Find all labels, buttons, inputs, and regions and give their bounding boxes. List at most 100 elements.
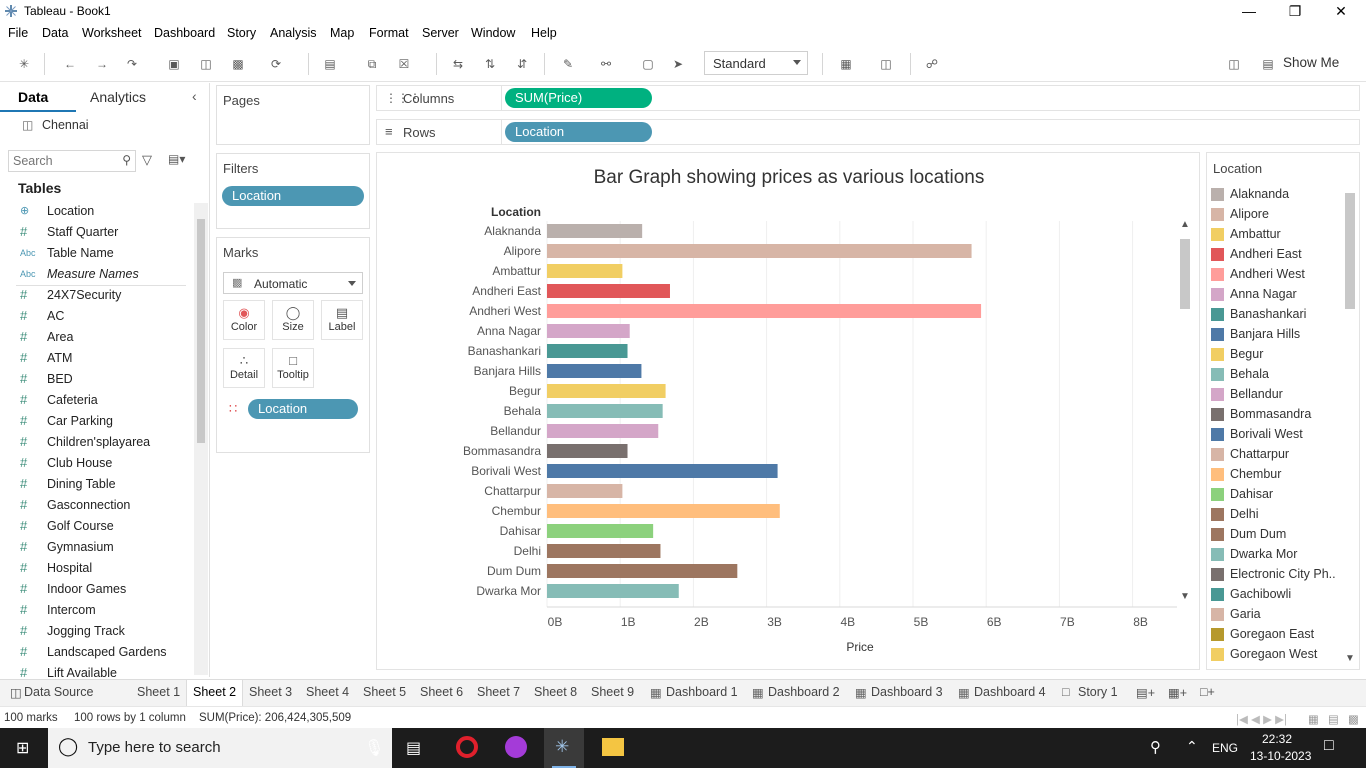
color-location-pill[interactable]: Location — [248, 399, 358, 419]
bar[interactable] — [547, 284, 670, 298]
legend-item[interactable]: Dum Dum — [1211, 525, 1343, 545]
legend-item[interactable]: Alaknanda — [1211, 185, 1343, 205]
bar[interactable] — [547, 304, 982, 318]
legend-item[interactable]: Delhi — [1211, 505, 1343, 525]
field-item[interactable]: # Gymnasium — [0, 537, 192, 558]
filter-location-pill[interactable]: Location — [222, 186, 364, 206]
field-item[interactable]: Abc Measure Names — [0, 264, 192, 285]
bar[interactable] — [547, 364, 642, 378]
legend-item[interactable]: Dwarka Mor — [1211, 545, 1343, 565]
legend-item[interactable]: Banjara Hills — [1211, 325, 1343, 345]
tab-sheet-5[interactable]: Sheet 5 — [363, 685, 406, 699]
sheet-sorter-icon[interactable]: ▦ — [1308, 712, 1319, 726]
legend-item[interactable]: Andheri West — [1211, 265, 1343, 285]
tab-sheet-4[interactable]: Sheet 4 — [306, 685, 349, 699]
legend-item[interactable]: Alipore — [1211, 205, 1343, 225]
view-options-icon[interactable]: ▤▾ — [168, 152, 185, 166]
task-view-icon[interactable]: ▤ — [406, 738, 421, 758]
tab-sheet-6[interactable]: Sheet 6 — [420, 685, 463, 699]
legend-item[interactable]: Anna Nagar — [1211, 285, 1343, 305]
field-item[interactable]: Abc Table Name — [0, 243, 192, 264]
scroll-down-icon[interactable]: ▼ — [1345, 653, 1355, 664]
restore-button[interactable]: ❐ — [1272, 0, 1318, 22]
field-item[interactable]: # Dining Table — [0, 474, 192, 495]
taskbar-search[interactable]: ◯ Type here to search — [48, 728, 392, 768]
filter-icon[interactable]: ▽ — [142, 152, 152, 168]
save-icon[interactable]: ▣ — [164, 54, 184, 74]
bar[interactable] — [547, 264, 623, 278]
microphone-icon[interactable]: 🎙 — [364, 738, 384, 758]
field-item[interactable]: # Jogging Track — [0, 621, 192, 642]
legend-item[interactable]: Borivali West — [1211, 425, 1343, 445]
close-window-button[interactable]: ✕ — [1318, 0, 1364, 22]
columns-shelf[interactable]: ⋮⋮⋮ Columns SUM(Price) — [376, 85, 1360, 111]
bar[interactable] — [547, 524, 654, 538]
minimize-button[interactable]: — — [1226, 0, 1272, 22]
bar[interactable] — [547, 384, 666, 398]
refresh-icon[interactable]: ⟳ — [266, 54, 286, 74]
new-dashboard-tab-icon[interactable]: ▦+ — [1168, 685, 1187, 700]
bar[interactable] — [547, 324, 630, 338]
new-worksheet-icon[interactable]: ▤ — [320, 54, 340, 74]
menu-format[interactable]: Format — [369, 26, 409, 40]
tabs-icon[interactable]: ▩ — [1348, 712, 1359, 726]
bar[interactable] — [547, 244, 972, 258]
field-item[interactable]: # Children'splayarea — [0, 432, 192, 453]
legend-item[interactable]: Chattarpur — [1211, 445, 1343, 465]
tab-dashboard-4[interactable]: Dashboard 4 — [974, 685, 1046, 699]
columns-sum-price-pill[interactable]: SUM(Price) — [505, 88, 652, 108]
field-item[interactable]: # AC — [0, 306, 192, 327]
undo-icon[interactable]: ← — [60, 54, 80, 74]
people-icon[interactable]: ⚲ — [1150, 738, 1161, 756]
new-datasource-icon[interactable]: ◫ — [196, 54, 216, 74]
field-item[interactable]: # Hospital — [0, 558, 192, 579]
size-button[interactable]: ◯ Size — [272, 300, 314, 340]
legend-item[interactable]: Dahisar — [1211, 485, 1343, 505]
chevron-up-icon[interactable]: ⌃ — [1186, 738, 1198, 755]
view-scrollbar-thumb[interactable] — [1180, 239, 1190, 309]
presentation-mode-icon[interactable]: ◫ — [876, 54, 896, 74]
detail-button[interactable]: ∴ Detail — [223, 348, 265, 388]
menu-window[interactable]: Window — [471, 26, 515, 40]
tab-story-1[interactable]: Story 1 — [1078, 685, 1118, 699]
tab-dashboard-2[interactable]: Dashboard 2 — [768, 685, 840, 699]
field-item[interactable]: # Car Parking — [0, 411, 192, 432]
bar[interactable] — [547, 424, 659, 438]
field-item[interactable]: # ATM — [0, 348, 192, 369]
bar[interactable] — [547, 504, 780, 518]
menu-file[interactable]: File — [8, 26, 28, 40]
redo-icon[interactable]: → — [92, 54, 112, 74]
legend-item[interactable]: Gachibowli — [1211, 585, 1343, 605]
pause-updates-icon[interactable]: ▩ — [228, 54, 248, 74]
sort-ascending-icon[interactable]: ⇅ — [480, 54, 500, 74]
legend-item[interactable]: Chembur — [1211, 465, 1343, 485]
menu-map[interactable]: Map — [330, 26, 354, 40]
bar[interactable] — [547, 464, 778, 478]
legend-item[interactable]: Behala — [1211, 365, 1343, 385]
language-indicator[interactable]: ENG — [1212, 741, 1238, 755]
view-scrollbar[interactable]: ▲ ▼ — [1178, 219, 1192, 607]
field-search-input[interactable] — [13, 153, 113, 169]
legend-item[interactable]: Goregaon East — [1211, 625, 1343, 645]
legend-scrollbar[interactable]: ▼ — [1343, 183, 1357, 669]
field-item[interactable]: # Cafeteria — [0, 390, 192, 411]
tab-analytics[interactable]: Analytics — [90, 89, 146, 105]
fix-axes-icon[interactable]: ➤ — [668, 54, 688, 74]
legend-item[interactable]: Bommasandra — [1211, 405, 1343, 425]
first-sheet-icon[interactable]: |◀ ◀ ▶ ▶| — [1236, 712, 1287, 726]
bar[interactable] — [547, 544, 661, 558]
field-item[interactable]: # Golf Course — [0, 516, 192, 537]
new-story-tab-icon[interactable]: □+ — [1200, 685, 1215, 699]
bar[interactable] — [547, 344, 628, 358]
field-item[interactable]: ⊕ Location — [0, 201, 192, 222]
fit-select[interactable]: Standard — [704, 51, 808, 75]
field-item[interactable]: # Staff Quarter — [0, 222, 192, 243]
show-mark-labels-icon[interactable]: ▢ — [638, 54, 658, 74]
clock-date[interactable]: 13-10-2023 — [1250, 749, 1311, 763]
new-worksheet-tab-icon[interactable]: ▤+ — [1136, 685, 1155, 700]
tableau-taskbar-button[interactable]: ✳ — [544, 728, 584, 768]
legend-item[interactable]: Goregaon West — [1211, 645, 1343, 665]
menu-worksheet[interactable]: Worksheet — [82, 26, 142, 40]
menu-story[interactable]: Story — [227, 26, 256, 40]
legend-item[interactable]: Bellandur — [1211, 385, 1343, 405]
